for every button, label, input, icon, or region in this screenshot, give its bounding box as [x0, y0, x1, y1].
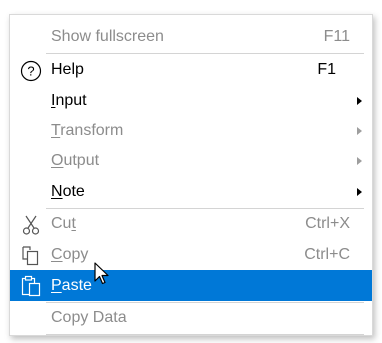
menu-item-label: Output [51, 152, 99, 170]
menu-item-label: Note [51, 183, 85, 201]
menu-item-paste[interactable]: Paste [10, 270, 372, 301]
menu-item-input[interactable]: Input [10, 86, 372, 116]
menu-separator [46, 334, 364, 335]
menu-item-label: Copy Data [51, 309, 127, 326]
svg-text:?: ? [27, 64, 34, 79]
menu-item-show-fullscreen[interactable]: Show fullscreen F11 [10, 22, 372, 52]
label-rest: ote [62, 183, 85, 200]
label-rest: utput [63, 152, 100, 169]
menu-item-output[interactable]: Output [10, 146, 372, 176]
menu-item-note[interactable]: Note [10, 177, 372, 207]
menu-item-shortcut: Ctrl+X [305, 215, 350, 232]
access-key: P [51, 276, 62, 294]
menu-item-cut[interactable]: Cut Ctrl+X [10, 209, 372, 239]
menu-item-label: Show fullscreen [51, 28, 164, 45]
mouse-cursor-icon [94, 262, 110, 291]
menu-item-label: Input [51, 92, 87, 110]
label-start: Cu [51, 215, 72, 232]
menu-separator [46, 53, 364, 54]
label-rest: aste [61, 276, 92, 294]
menu-item-shortcut: F11 [323, 28, 350, 45]
context-menu: Show fullscreen F11 ? Help F1 Input Tran… [9, 14, 373, 336]
submenu-arrow-icon [357, 157, 362, 165]
label-rest: opy [62, 246, 89, 263]
clipboard-icon [20, 275, 42, 297]
help-circle-icon: ? [20, 60, 42, 82]
menu-item-transform[interactable]: Transform [10, 116, 372, 146]
menu-item-copy[interactable]: Copy Ctrl+C [10, 240, 372, 270]
submenu-arrow-icon [357, 127, 362, 135]
menu-item-label: Cut [51, 215, 76, 233]
copy-icon [20, 245, 42, 267]
scissors-icon [20, 214, 42, 236]
menu-item-label: Paste [51, 277, 92, 295]
label-rest: nput [55, 92, 87, 109]
label-rest: ransform [60, 122, 124, 139]
menu-item-shortcut: F1 [317, 61, 336, 78]
menu-item-help[interactable]: ? Help F1 [10, 55, 372, 85]
access-key: T [51, 122, 61, 139]
menu-item-label: Copy [51, 246, 88, 264]
menu-item-label: Help [51, 61, 84, 78]
access-key: C [51, 246, 63, 263]
submenu-arrow-icon [357, 97, 362, 105]
access-key: N [51, 183, 63, 200]
submenu-arrow-icon [357, 188, 362, 196]
menu-item-label: Transform [51, 122, 123, 140]
menu-item-copy-data[interactable]: Copy Data [10, 303, 372, 333]
access-key: t [71, 215, 76, 232]
access-key: O [51, 152, 64, 169]
menu-item-shortcut: Ctrl+C [304, 246, 350, 263]
